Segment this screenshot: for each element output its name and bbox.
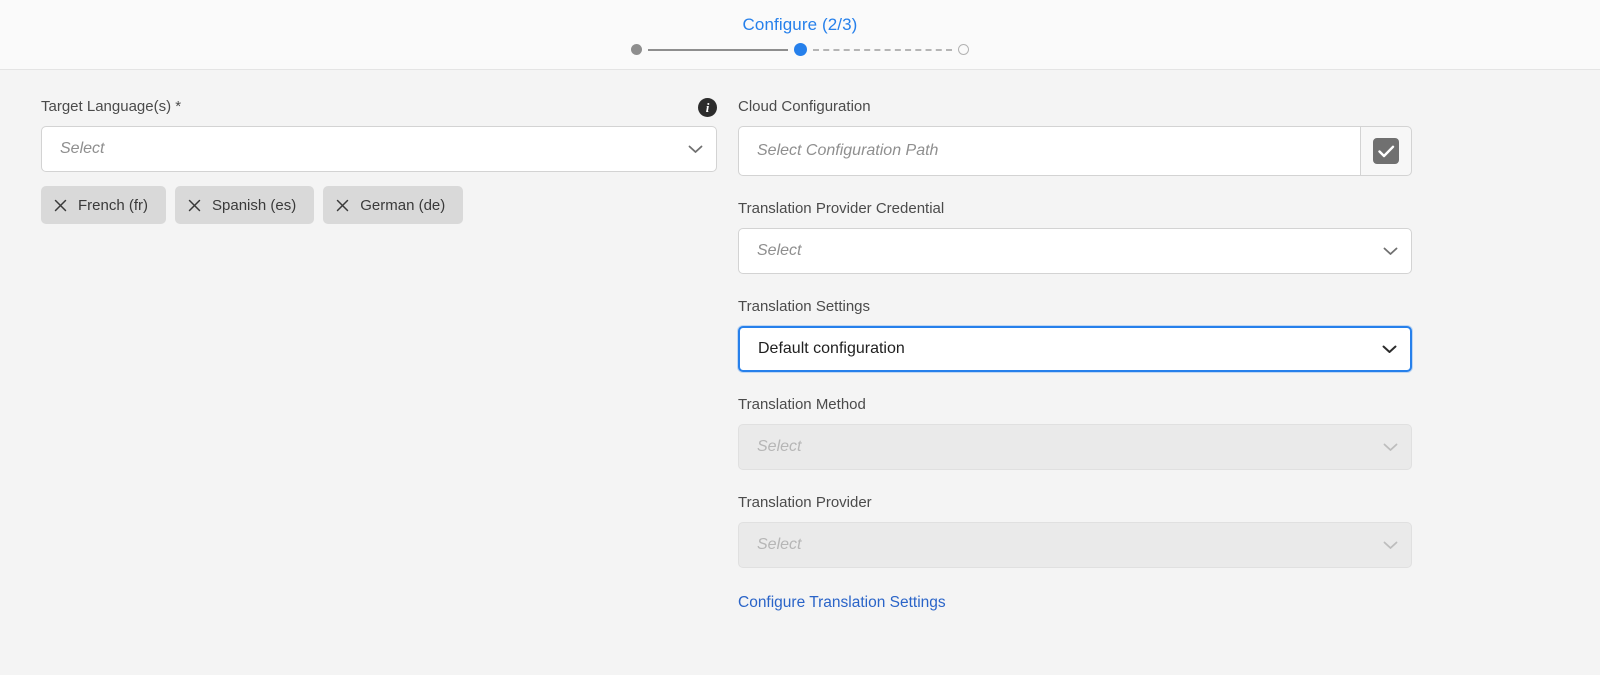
cloud-configuration-row: Select Configuration Path — [738, 126, 1412, 176]
language-chip-label: French (fr) — [78, 196, 149, 214]
close-icon[interactable] — [188, 199, 201, 212]
configure-form: Target Language(s) * i Select French (fr… — [0, 70, 1600, 675]
translation-method-label-row: Translation Method — [738, 396, 1412, 414]
translation-settings-label-row: Translation Settings — [738, 298, 1412, 316]
left-column: Target Language(s) * i Select French (fr… — [41, 97, 717, 236]
language-chip-label: Spanish (es) — [212, 196, 297, 214]
target-languages-field: Target Language(s) * i Select French (fr… — [41, 97, 717, 224]
right-column: Cloud Configuration Select Configuration… — [738, 98, 1412, 612]
stepper-connector-1 — [648, 48, 788, 51]
close-icon[interactable] — [336, 199, 349, 212]
translation-method-field: Translation Method Select — [738, 396, 1412, 470]
chevron-down-icon[interactable] — [1368, 345, 1410, 354]
language-chip[interactable]: Spanish (es) — [175, 186, 315, 224]
wizard-stepper — [631, 43, 969, 56]
chevron-down-icon[interactable] — [1369, 247, 1411, 256]
close-icon[interactable] — [54, 199, 67, 212]
chevron-down-icon[interactable] — [674, 145, 716, 154]
language-chip[interactable]: French (fr) — [41, 186, 167, 224]
translation-provider-credential-field: Translation Provider Credential Select — [738, 200, 1412, 274]
translation-method-label: Translation Method — [738, 396, 866, 413]
translation-settings-value: Default configuration — [758, 340, 905, 357]
cloud-configuration-label: Cloud Configuration — [738, 98, 871, 115]
cloud-configuration-input[interactable]: Select Configuration Path — [738, 126, 1360, 176]
translation-provider-credential-select[interactable]: Select — [738, 228, 1412, 274]
translation-provider-label: Translation Provider — [738, 494, 872, 511]
translation-provider-label-row: Translation Provider — [738, 494, 1412, 512]
cloud-configuration-label-row: Cloud Configuration — [738, 98, 1412, 116]
target-languages-select[interactable]: Select — [41, 126, 717, 172]
page-title: Configure (2/3) — [742, 15, 858, 34]
translation-settings-select[interactable]: Default configuration — [738, 326, 1412, 372]
cloud-configuration-browse-button[interactable] — [1360, 126, 1412, 176]
selected-language-chips: French (fr) Spanish (es) German (de) — [41, 186, 717, 224]
chevron-down-icon — [1369, 541, 1411, 550]
translation-settings-field: Translation Settings Default configurati… — [738, 298, 1412, 372]
stepper-connector-2 — [812, 48, 952, 51]
target-languages-value: Select — [60, 140, 105, 157]
target-languages-label-row: Target Language(s) * i — [41, 97, 717, 117]
language-chip[interactable]: German (de) — [323, 186, 464, 224]
cloud-configuration-field: Cloud Configuration Select Configuration… — [738, 98, 1412, 176]
translation-provider-credential-label-row: Translation Provider Credential — [738, 200, 1412, 218]
translation-method-select: Select — [738, 424, 1412, 470]
translation-provider-select: Select — [738, 522, 1412, 568]
translation-settings-label: Translation Settings — [738, 298, 871, 315]
translation-provider-credential-label: Translation Provider Credential — [738, 200, 945, 217]
wizard-header: Configure (2/3) — [0, 0, 1600, 70]
translation-provider-field: Translation Provider Select — [738, 494, 1412, 568]
info-icon[interactable]: i — [698, 97, 717, 117]
chevron-down-icon — [1369, 443, 1411, 452]
configure-translation-settings-link[interactable]: Configure Translation Settings — [738, 594, 946, 612]
translation-method-value: Select — [757, 438, 802, 455]
stepper-step-1-dot[interactable] — [631, 44, 642, 55]
target-languages-label: Target Language(s) * — [41, 98, 182, 115]
language-chip-label: German (de) — [360, 196, 446, 214]
translation-provider-value: Select — [757, 536, 802, 553]
stepper-step-3-dot[interactable] — [958, 44, 969, 55]
stepper-step-2-dot[interactable] — [793, 43, 807, 56]
checkbox-checked-icon — [1373, 138, 1399, 164]
translation-provider-credential-value: Select — [757, 242, 802, 259]
